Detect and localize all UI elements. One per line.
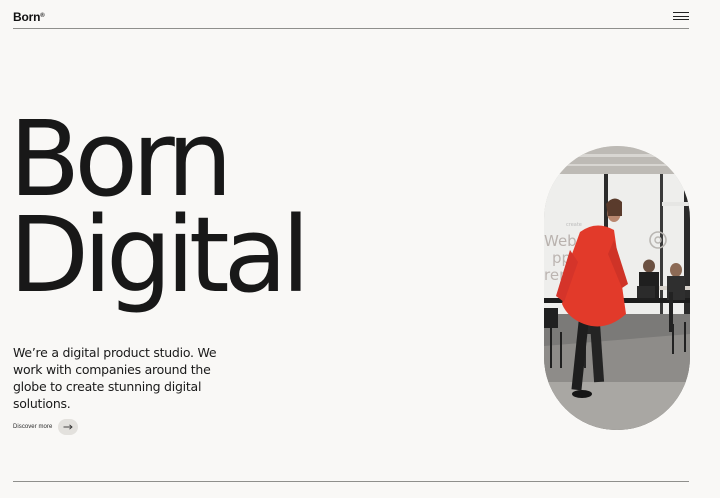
logo-text[interactable]: Born: [13, 10, 40, 24]
hero-title: Born Digital: [9, 98, 310, 316]
menu-line: [673, 12, 689, 14]
bottom-divider: [13, 481, 689, 482]
discover-more-button[interactable]: Discover more: [13, 418, 79, 435]
hamburger-menu-icon[interactable]: [673, 12, 689, 22]
wall-small-text: create: [566, 222, 582, 228]
logo[interactable]: Born®: [13, 10, 45, 24]
menu-line: [673, 15, 689, 17]
hero-title-line-2: Digital: [9, 194, 310, 316]
arrow-right-icon[interactable]: [58, 418, 79, 435]
registered-mark: ®: [40, 13, 45, 19]
hero-tagline: We’re a digital product studio. We work …: [13, 345, 217, 411]
discover-more-label[interactable]: Discover more: [13, 424, 52, 430]
site-header: Born®: [13, 0, 689, 29]
office-photo-illustration: create Websit pps rends: [544, 146, 690, 430]
menu-line: [673, 19, 689, 21]
office-photo: create Websit pps rends: [544, 146, 690, 430]
hero-title-line-1: Born: [9, 98, 233, 220]
